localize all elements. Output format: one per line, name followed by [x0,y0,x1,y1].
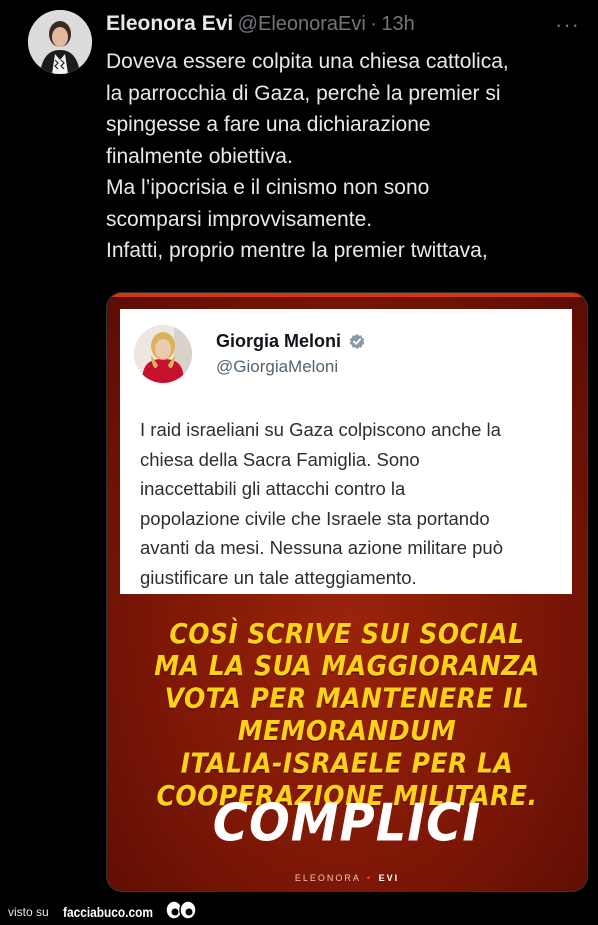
watermark-first: ELEONORA [294,873,361,883]
quoted-author-name: Giorgia Meloni [216,331,342,351]
quoted-author-avatar [134,325,192,383]
quoted-author-handle: @GiorgiaMeloni [216,357,339,376]
quoted-avatar-image [134,325,192,383]
author-name[interactable]: Eleonora Evi [106,12,233,35]
eyes-icon [165,900,197,920]
quoted-tweet-card: Giorgia Meloni @GiorgiaMeloni I raid isr… [120,309,572,594]
tweet-text: Doveva essere colpita una chiesa cattoli… [106,50,509,262]
tweet-media-image[interactable]: Giorgia Meloni @GiorgiaMeloni I raid isr… [106,292,588,892]
tweet-time[interactable]: 13h [381,13,414,35]
media-headline: COSÌ SCRIVE SUI SOCIAL MA LA SUA MAGGIOR… [154,617,540,812]
visto-su-label: visto su [8,905,49,919]
site-footer: visto su facciabuco.com [8,900,197,924]
site-brand[interactable]: facciabuco.com [63,904,153,920]
quoted-tweet-text: I raid israeliani su Gaza colpiscono anc… [140,419,503,588]
media-top-border [107,293,587,297]
verified-badge-icon [349,333,365,350]
author-avatar-image [28,10,92,74]
more-icon[interactable]: ··· [555,12,580,38]
tweet-header: Eleonora Evi @EleonoraEvi · 13h ··· [106,12,584,42]
media-highlight-word: COMPLICI [212,793,482,854]
separator-dot: · [370,13,377,35]
watermark-separator: • [366,873,373,883]
author-handle[interactable]: @EleonoraEvi [238,13,366,35]
media-watermark: ELEONORA • EVI [107,873,587,883]
watermark-last: EVI [378,873,400,883]
author-avatar[interactable] [28,10,92,74]
